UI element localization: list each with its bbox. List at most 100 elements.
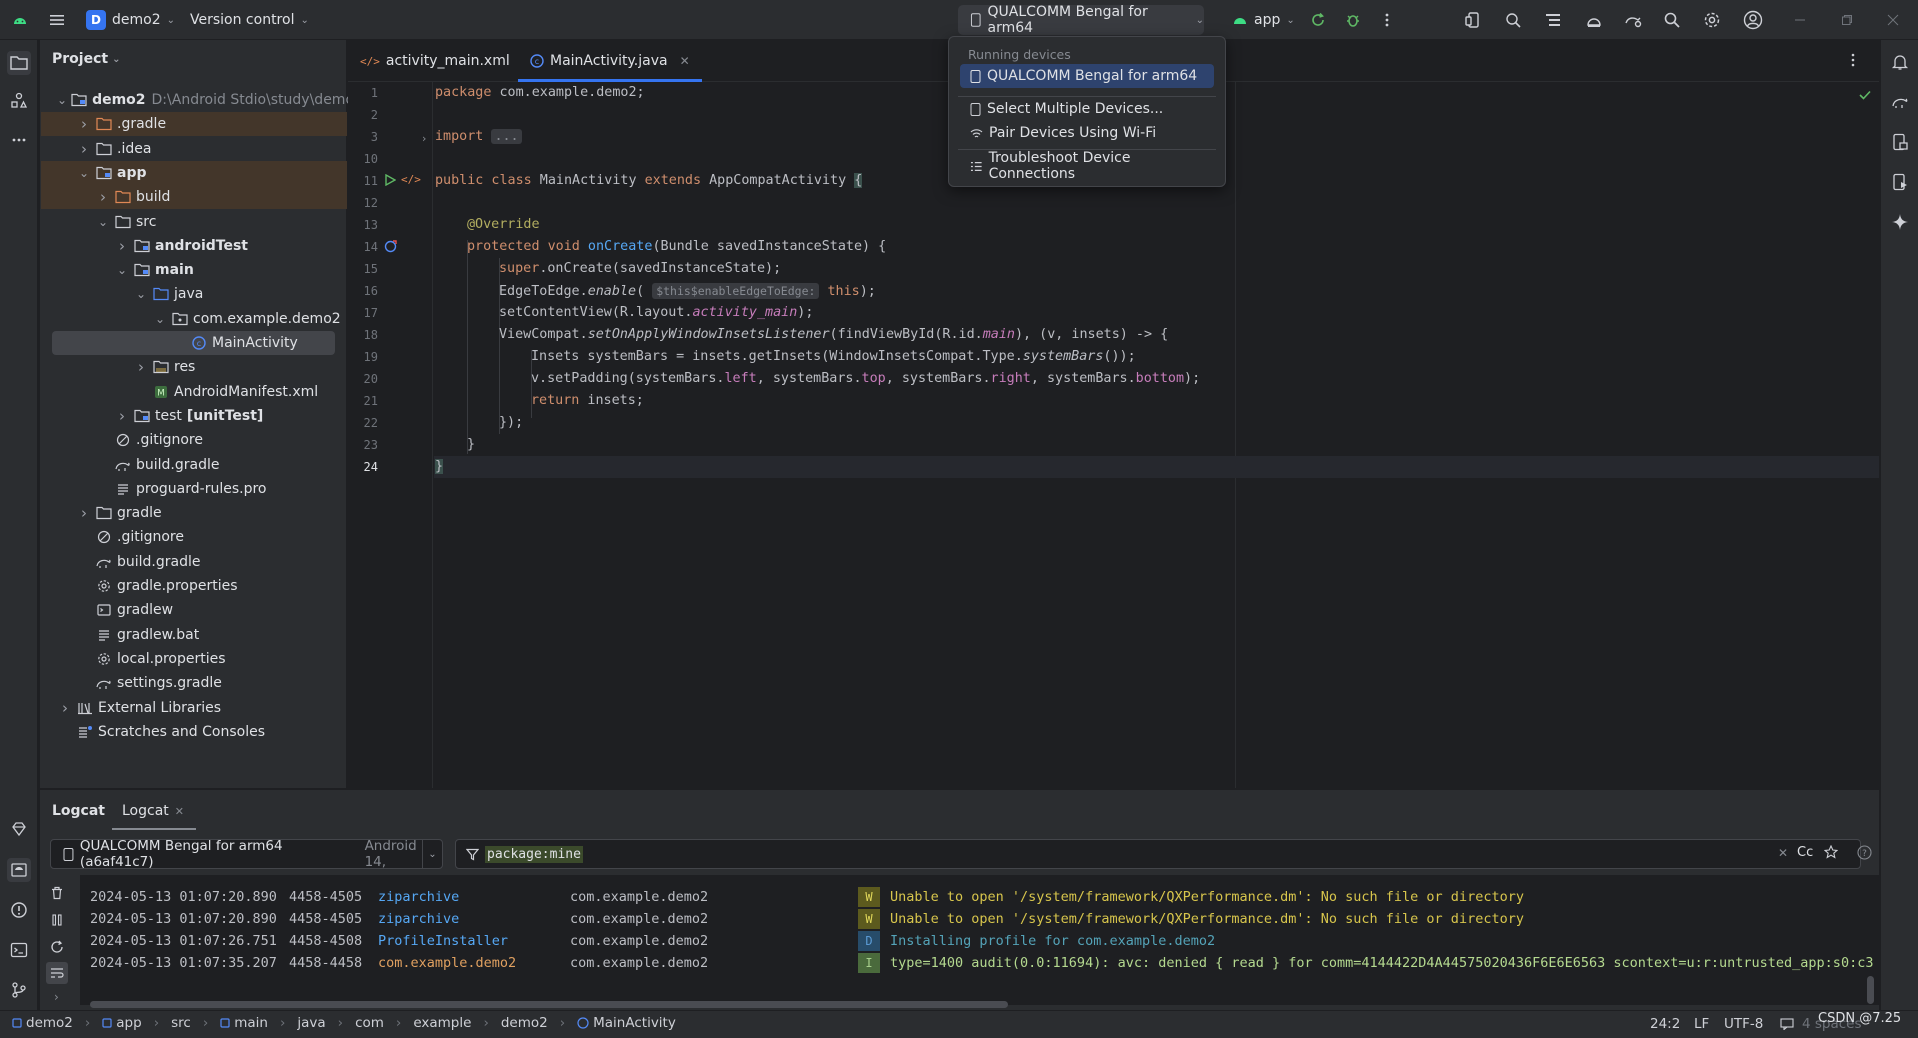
- tree-item[interactable]: .gitignore: [41, 525, 347, 549]
- tree-item[interactable]: gradlew: [41, 598, 347, 622]
- tree-item[interactable]: ⌄ main: [41, 258, 347, 282]
- popup-item-troubleshoot[interactable]: Troubleshoot Device Connections: [960, 150, 1214, 182]
- device-selector[interactable]: QUALCOMM Bengal for arm64 ⌄: [958, 4, 1204, 36]
- device-file-explorer-button[interactable]: [1888, 130, 1912, 154]
- maximize-button[interactable]: [1835, 8, 1859, 32]
- tab-logcat[interactable]: Logcat ✕: [122, 800, 184, 822]
- main-menu-button[interactable]: [48, 0, 66, 40]
- project-switcher[interactable]: D demo2 ⌄: [86, 0, 175, 40]
- chevron-right-icon[interactable]: ›: [114, 237, 130, 255]
- soft-wrap-button[interactable]: [46, 962, 68, 984]
- version-control-tool-button[interactable]: [7, 978, 31, 1002]
- breadcrumb-item[interactable]: app: [102, 1015, 142, 1031]
- tree-item[interactable]: M AndroidManifest.xml: [41, 380, 347, 404]
- help-button[interactable]: ?: [1857, 845, 1872, 860]
- breadcrumb-item[interactable]: example: [413, 1015, 471, 1031]
- tree-item[interactable]: ⌄ java: [41, 282, 347, 306]
- chevron-right-icon[interactable]: ›: [95, 188, 111, 206]
- chevron-down-icon[interactable]: ⌄: [422, 840, 442, 868]
- popup-item-qualcomm-device[interactable]: QUALCOMM Bengal for arm64: [960, 64, 1214, 88]
- file-encoding[interactable]: UTF-8: [1724, 1016, 1763, 1032]
- resource-manager-button[interactable]: [7, 89, 31, 113]
- logcat-device-selector[interactable]: QUALCOMM Bengal for arm64 (a6af41c7) And…: [50, 838, 443, 870]
- tree-item[interactable]: Scratches and Consoles: [41, 720, 347, 744]
- caret-position[interactable]: 24:2: [1650, 1016, 1680, 1032]
- readonly-toggle[interactable]: [1780, 1018, 1794, 1030]
- chevron-right-icon[interactable]: ›: [76, 115, 92, 133]
- build-variants-button[interactable]: [7, 817, 31, 841]
- debug-button[interactable]: [1341, 8, 1365, 32]
- tree-item[interactable]: › res: [41, 355, 347, 379]
- vertical-scrollbar[interactable]: [1867, 976, 1874, 1004]
- tree-item[interactable]: ⌄ app: [41, 160, 347, 185]
- override-gutter-icon[interactable]: [384, 240, 397, 253]
- folded-imports[interactable]: ...: [491, 129, 522, 144]
- gemini-button[interactable]: [1888, 210, 1912, 234]
- version-control-menu[interactable]: Version control ⌄: [190, 0, 309, 40]
- fold-marker-icon[interactable]: ›: [422, 132, 426, 145]
- more-actions-button[interactable]: [1375, 8, 1399, 32]
- apply-changes-button[interactable]: [1306, 8, 1330, 32]
- sdk-manager-button[interactable]: [1582, 8, 1606, 32]
- expand-toolbar-icon[interactable]: ›: [54, 990, 59, 1004]
- related-xml-icon[interactable]: </>: [401, 173, 421, 186]
- breadcrumb-item[interactable]: demo2: [12, 1015, 73, 1031]
- tree-item[interactable]: local.properties: [41, 647, 347, 671]
- tree-item[interactable]: ⌄ demo2 D:\Android Stdio\study\demo2: [41, 88, 363, 112]
- breadcrumb-item[interactable]: main: [220, 1015, 268, 1031]
- gradle-tool-button[interactable]: [1888, 90, 1912, 114]
- run-gutter-icon[interactable]: [384, 174, 396, 186]
- chevron-right-icon[interactable]: ›: [133, 358, 149, 376]
- tree-item[interactable]: gradlew.bat: [41, 623, 347, 647]
- breadcrumb-item[interactable]: MainActivity: [577, 1015, 676, 1031]
- app-inspection-button[interactable]: [1501, 8, 1525, 32]
- tree-item[interactable]: ⌄ src: [41, 210, 347, 234]
- chevron-down-icon[interactable]: ⌄: [133, 286, 149, 302]
- tree-item[interactable]: › .idea: [41, 137, 347, 161]
- run-config-selector[interactable]: app ⌄: [1232, 0, 1295, 40]
- tree-item[interactable]: .gitignore: [41, 428, 347, 452]
- clear-logcat-button[interactable]: [50, 886, 64, 900]
- project-tool-button[interactable]: [7, 51, 31, 75]
- restart-logcat-button[interactable]: [50, 940, 64, 954]
- tree-item[interactable]: gradle.properties: [41, 574, 347, 598]
- tree-item[interactable]: ⌄ com.example.demo2: [41, 307, 347, 331]
- close-window-button[interactable]: [1881, 8, 1905, 32]
- chevron-down-icon[interactable]: ⌄: [76, 165, 92, 181]
- close-tab-icon[interactable]: ✕: [680, 54, 690, 68]
- problems-tool-button[interactable]: [7, 898, 31, 922]
- match-case-toggle[interactable]: Cc: [1797, 845, 1813, 860]
- tree-item[interactable]: › androidTest: [41, 234, 347, 258]
- structure-button[interactable]: [1541, 8, 1565, 32]
- project-view-selector[interactable]: Project ⌄: [52, 51, 120, 67]
- notifications-button[interactable]: [1888, 50, 1912, 74]
- tree-item[interactable]: › External Libraries: [41, 696, 347, 720]
- popup-item-select-multiple[interactable]: Select Multiple Devices...: [960, 97, 1214, 121]
- account-button[interactable]: [1741, 8, 1765, 32]
- logcat-tool-button[interactable]: [7, 858, 31, 882]
- logcat-filter-field[interactable]: package:mine: [455, 839, 1861, 869]
- line-separator[interactable]: LF: [1694, 1016, 1709, 1032]
- breadcrumb-item[interactable]: src: [171, 1015, 191, 1031]
- tree-item[interactable]: c MainActivity: [52, 331, 335, 355]
- editor-more-button[interactable]: [1851, 52, 1855, 68]
- gradle-sync-button[interactable]: [1621, 8, 1645, 32]
- tree-item[interactable]: › gradle: [41, 501, 347, 525]
- tree-item[interactable]: proguard-rules.pro: [41, 477, 347, 501]
- popup-item-pair-wifi[interactable]: Pair Devices Using Wi-Fi: [960, 121, 1214, 145]
- running-devices-button[interactable]: [1888, 170, 1912, 194]
- chevron-right-icon[interactable]: ›: [114, 407, 130, 425]
- chevron-right-icon[interactable]: ›: [57, 699, 73, 717]
- chevron-right-icon[interactable]: ›: [76, 140, 92, 158]
- minimize-button[interactable]: [1788, 8, 1812, 32]
- settings-button[interactable]: [1700, 8, 1724, 32]
- search-everywhere-button[interactable]: [1660, 8, 1684, 32]
- breadcrumb-item[interactable]: com: [355, 1015, 384, 1031]
- tab-activity-main-xml[interactable]: </> activity_main.xml: [360, 40, 510, 82]
- tab-mainactivity-java[interactable]: c MainActivity.java ✕: [518, 40, 702, 82]
- pause-logcat-button[interactable]: [50, 913, 64, 927]
- chevron-down-icon[interactable]: ⌄: [152, 311, 168, 327]
- device-manager-button[interactable]: [1462, 8, 1486, 32]
- chevron-down-icon[interactable]: ⌄: [57, 92, 67, 108]
- tree-item[interactable]: settings.gradle: [41, 671, 347, 695]
